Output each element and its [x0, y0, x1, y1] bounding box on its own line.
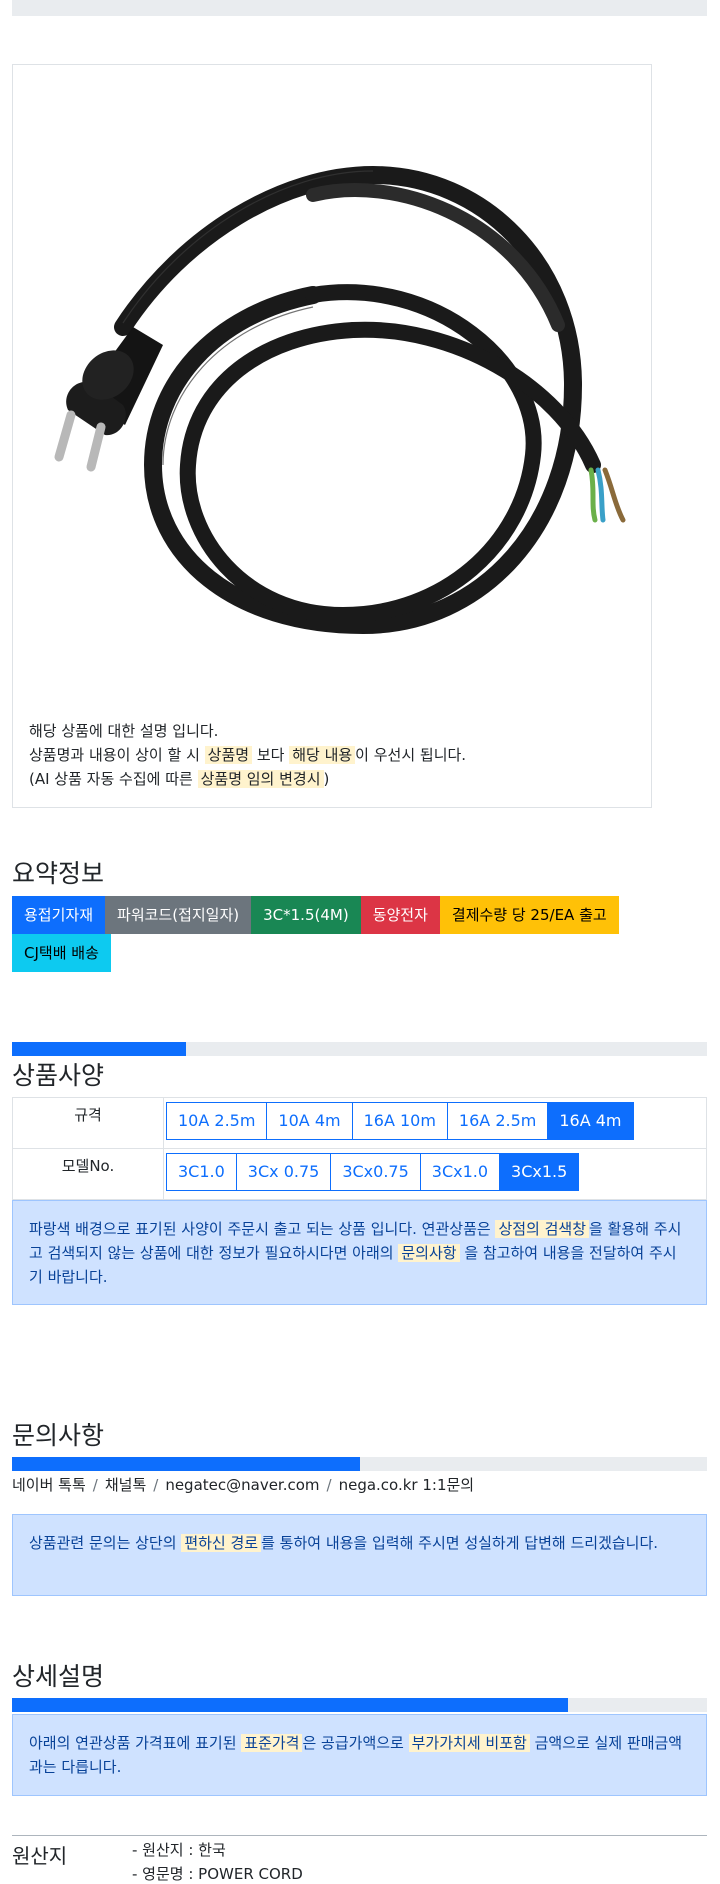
highlight-inquiry: 문의사항 — [398, 1244, 460, 1262]
origin-section: 원산지 - 원산지 : 한국 - 영문명 : POWER CORD — [12, 1835, 707, 1883]
origin-english-name: - 영문명 : POWER CORD — [132, 1865, 303, 1883]
size-option[interactable]: 10A 2.5m — [166, 1102, 268, 1140]
highlight-route: 편하신 경로 — [181, 1534, 262, 1552]
origin-title: 원산지 — [12, 1844, 68, 1868]
summary-tags: 용접기자재 파워코드(접지일자) 3C*1.5(4M) 동양전자 결제수량 당 … — [12, 896, 712, 972]
size-option[interactable]: 16A 2.5m — [446, 1102, 549, 1140]
tag-order-quantity: 결제수량 당 25/EA 출고 — [439, 896, 619, 934]
detail-notice: 아래의 연관상품 가격표에 표기된 표준가격 은 공급가액으로 부가가치세 비포함… — [12, 1714, 707, 1796]
detail-progress — [12, 1698, 707, 1712]
contact-separator: / — [326, 1476, 332, 1494]
product-image — [54, 165, 626, 635]
detail-progress-fill — [12, 1698, 568, 1712]
highlight-standard-price: 표준가격 — [241, 1734, 303, 1752]
product-image-panel: 해당 상품에 대한 설명 입니다. 상품명과 내용이 상이 할 시 상품명 보다… — [12, 64, 652, 808]
tag-product-type: 파워코드(접지일자) — [105, 896, 252, 934]
tag-maker: 동양전자 — [360, 896, 440, 934]
specs-progress-fill — [12, 1042, 186, 1056]
specs-title: 상품사양 — [12, 1061, 105, 1090]
top-bar — [12, 0, 707, 16]
specs-notice: 파랑색 배경으로 표기된 사양이 주문시 출고 되는 상품 입니다. 연관상품은… — [12, 1200, 707, 1305]
spec-options-size: 10A 2.5m 10A 4m 16A 10m 16A 2.5m 16A 4m — [163, 1097, 707, 1149]
spec-label-size: 규격 — [12, 1097, 164, 1149]
spec-row-size: 규격 10A 2.5m 10A 4m 16A 10m 16A 2.5m 16A … — [12, 1097, 707, 1149]
model-option[interactable]: 3Cx1.0 — [419, 1153, 501, 1191]
inquiry-notice: 상품관련 문의는 상단의 편하신 경로 를 통하여 내용을 입력해 주시면 성실하… — [12, 1514, 707, 1596]
origin-lines: - 원산지 : 한국 - 영문명 : POWER CORD — [132, 1838, 303, 1884]
highlight-search: 상점의 검색창 — [495, 1220, 590, 1238]
model-option[interactable]: 3Cx 0.75 — [235, 1153, 332, 1191]
highlight-content: 해당 내용 — [289, 746, 356, 764]
highlight-vat-excluded: 부가가치세 비포함 — [408, 1734, 530, 1752]
tag-spec: 3C*1.5(4M) — [251, 896, 361, 934]
contact-channels: 네이버 톡톡 / 채널톡 / negatec@naver.com / nega.co.kr … — [12, 1474, 474, 1495]
spec-table: 규격 10A 2.5m 10A 4m 16A 10m 16A 2.5m 16A … — [12, 1097, 707, 1200]
product-description: 해당 상품에 대한 설명 입니다. 상품명과 내용이 상이 할 시 상품명 보다… — [29, 719, 466, 791]
highlight-name-change: 상품명 임의 변경시 — [197, 770, 324, 788]
contact-email[interactable]: negatec@naver.com — [165, 1476, 319, 1494]
contact-separator: / — [153, 1476, 159, 1494]
size-option-selected[interactable]: 16A 4m — [547, 1102, 634, 1140]
model-option[interactable]: 3C1.0 — [166, 1153, 237, 1191]
contact-naver-talk[interactable]: 네이버 톡톡 — [12, 1476, 86, 1494]
inquiry-progress-fill — [12, 1457, 360, 1471]
model-option-selected[interactable]: 3Cx1.5 — [499, 1153, 580, 1191]
specs-progress — [12, 1042, 707, 1056]
size-option[interactable]: 10A 4m — [266, 1102, 353, 1140]
highlight-product-name: 상품명 — [204, 746, 253, 764]
inquiry-title: 문의사항 — [12, 1421, 105, 1450]
inquiry-progress — [12, 1457, 707, 1471]
contact-separator: / — [92, 1476, 98, 1494]
detail-title: 상세설명 — [12, 1662, 105, 1691]
spec-options-model: 3C1.0 3Cx 0.75 3Cx0.75 3Cx1.0 3Cx1.5 — [163, 1148, 707, 1200]
spec-label-model: 모델No. — [12, 1148, 164, 1200]
tag-category: 용접기자재 — [12, 896, 106, 934]
description-line-2: 상품명과 내용이 상이 할 시 상품명 보다 해당 내용 이 우선시 됩니다. — [29, 746, 467, 764]
description-line-1: 해당 상품에 대한 설명 입니다. — [29, 722, 219, 740]
model-option[interactable]: 3Cx0.75 — [330, 1153, 421, 1191]
tag-shipping: CJ택배 배송 — [12, 934, 111, 972]
summary-title: 요약정보 — [12, 859, 105, 888]
contact-website[interactable]: nega.co.kr 1:1문의 — [339, 1476, 475, 1494]
origin-country: - 원산지 : 한국 — [132, 1841, 226, 1859]
description-line-3: (AI 상품 자동 수집에 따른 상품명 임의 변경시) — [29, 770, 330, 788]
spec-row-model: 모델No. 3C1.0 3Cx 0.75 3Cx0.75 3Cx1.0 3Cx1… — [12, 1148, 707, 1200]
size-option[interactable]: 16A 10m — [351, 1102, 448, 1140]
contact-channel-talk[interactable]: 채널톡 — [105, 1476, 146, 1494]
